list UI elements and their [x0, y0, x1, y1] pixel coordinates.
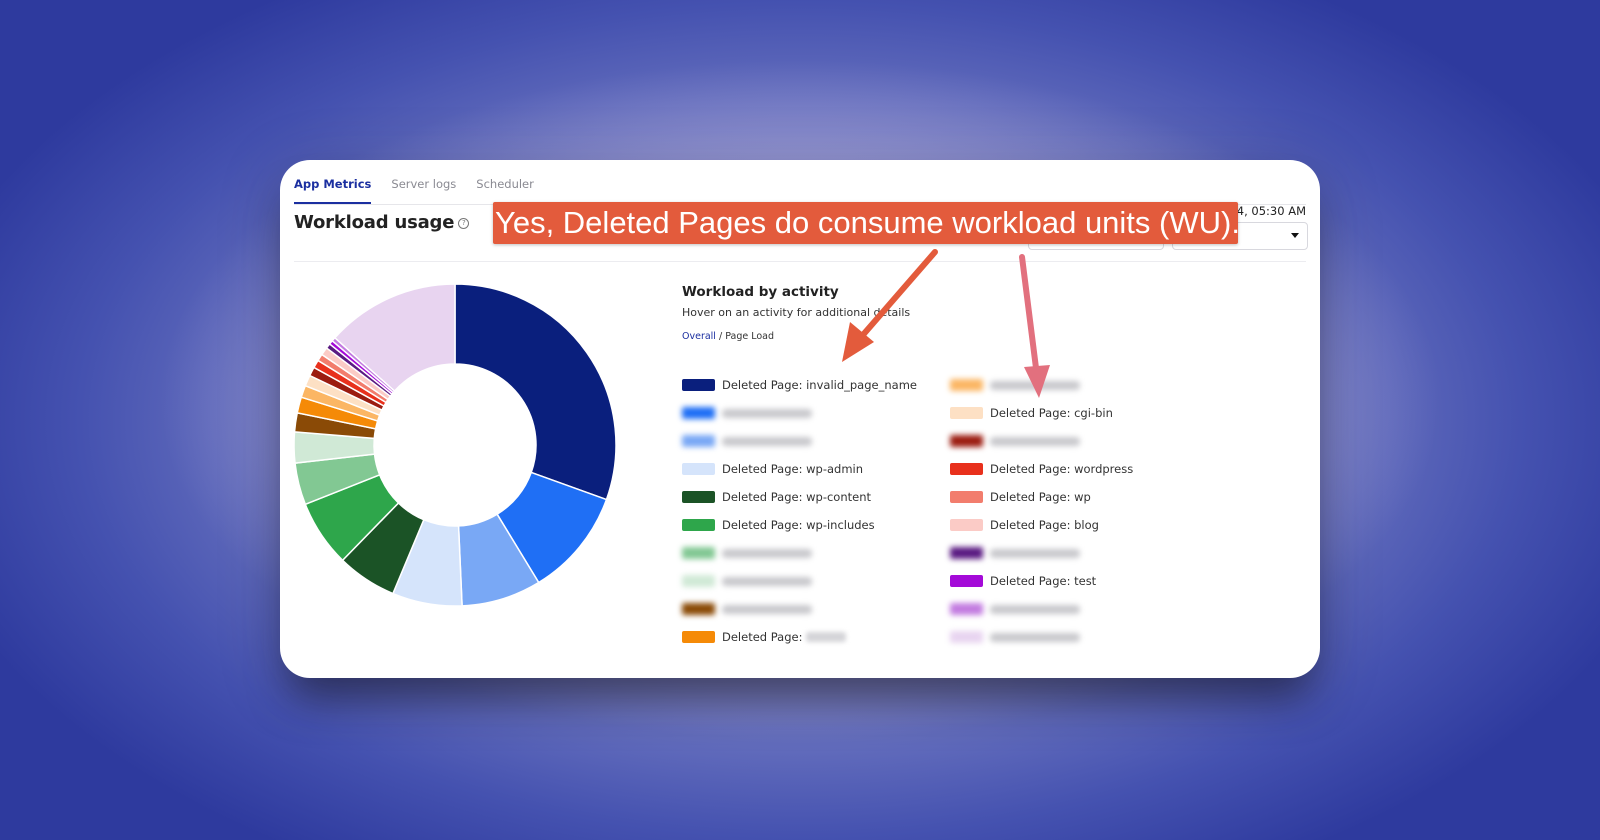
legend-swatch: [950, 379, 983, 391]
legend-swatch: [950, 519, 983, 531]
legend-item[interactable]: [682, 539, 917, 567]
donut-slice[interactable]: [454, 283, 617, 501]
tab-server-logs[interactable]: Server logs: [391, 174, 456, 203]
legend-item[interactable]: Deleted Page: wp-includes: [682, 511, 917, 539]
legend-item[interactable]: Deleted Page:: [682, 623, 917, 651]
legend-swatch: [682, 575, 715, 587]
legend-item[interactable]: Deleted Page: wp-admin: [682, 455, 917, 483]
legend-label: Deleted Page: invalid_page_name: [722, 378, 917, 392]
legend-label: Deleted Page: cgi-bin: [990, 406, 1113, 420]
legend-swatch: [950, 491, 983, 503]
workload-donut-chart: [293, 283, 617, 607]
legend-item[interactable]: Deleted Page: blog: [950, 511, 1133, 539]
tab-app-metrics[interactable]: App Metrics: [294, 174, 372, 204]
legend-label: Deleted Page: wp-content: [722, 490, 871, 504]
legend-label: Deleted Page: wp-admin: [722, 462, 863, 476]
header-divider: [294, 261, 1306, 262]
legend-label-redacted: [722, 576, 812, 586]
legend-label-redacted: [990, 604, 1080, 614]
page-title: Workload usage?: [294, 212, 470, 233]
legend-label-redacted: [722, 548, 812, 558]
legend-item[interactable]: [950, 539, 1133, 567]
legend-swatch: [950, 407, 983, 419]
legend-label-redacted: [990, 548, 1080, 558]
breadcrumb: Overall / Page Load: [682, 331, 910, 342]
legend-label: Deleted Page: wordpress: [990, 462, 1134, 476]
legend-label-redacted: [722, 604, 812, 614]
legend-swatch: [682, 379, 715, 391]
legend-swatch: [950, 631, 983, 643]
legend-item[interactable]: [950, 595, 1133, 623]
legend-label: Deleted Page: blog: [990, 518, 1099, 532]
legend-label: Deleted Page: wp-includes: [722, 518, 875, 532]
legend-label-redacted: [990, 436, 1080, 446]
legend-item[interactable]: [950, 427, 1133, 455]
caret-down-icon: [1291, 233, 1299, 238]
legend-swatch: [682, 407, 715, 419]
legend-item[interactable]: [682, 567, 917, 595]
annotation-banner: Yes, Deleted Pages do consume workload u…: [493, 202, 1240, 244]
tab-scheduler[interactable]: Scheduler: [476, 174, 534, 203]
breadcrumb-overall-link[interactable]: Overall: [682, 331, 716, 342]
legend-subtitle: Hover on an activity for additional deta…: [682, 306, 911, 319]
breadcrumb-current: Page Load: [725, 331, 775, 342]
timestamp-text: 24, 05:30 AM: [1229, 204, 1306, 218]
legend-swatch: [682, 491, 715, 503]
legend-label-redacted: [722, 408, 812, 418]
legend-item[interactable]: [950, 623, 1133, 651]
legend-swatch: [950, 575, 983, 587]
legend-label-redacted: [990, 380, 1080, 390]
legend-swatch: [682, 435, 715, 447]
legend-label: Deleted Page: wp: [990, 490, 1091, 504]
legend-swatch: [682, 519, 715, 531]
legend-item[interactable]: [682, 427, 917, 455]
legend-header: Workload by activity Hover on an activit…: [682, 284, 910, 342]
legend-item[interactable]: [682, 399, 917, 427]
legend-swatch: [682, 631, 715, 643]
legend-item[interactable]: Deleted Page: test: [950, 567, 1133, 595]
legend-item[interactable]: Deleted Page: wp: [950, 483, 1133, 511]
legend-swatch: [950, 603, 983, 615]
legend-column-1: Deleted Page: invalid_page_name Deleted P…: [682, 371, 917, 651]
legend-swatch: [682, 547, 715, 559]
legend-title: Workload by activity: [682, 284, 839, 300]
breadcrumb-separator: /: [718, 331, 723, 342]
legend-label: Deleted Page:: [722, 630, 803, 644]
legend-swatch: [682, 463, 715, 475]
legend-swatch: [682, 603, 715, 615]
legend-swatch: [950, 463, 983, 475]
legend-item[interactable]: Deleted Page: invalid_page_name: [682, 371, 917, 399]
tab-bar: App Metrics Server logs Scheduler: [294, 174, 1306, 205]
legend-label-redacted: [806, 632, 847, 642]
legend-label-redacted: [990, 632, 1080, 642]
legend-swatch: [950, 547, 983, 559]
legend-item[interactable]: Deleted Page: cgi-bin: [950, 399, 1133, 427]
legend-item[interactable]: [950, 371, 1133, 399]
legend-item[interactable]: [682, 595, 917, 623]
legend-column-2: Deleted Page: cgi-bin Deleted Page: wordp…: [950, 371, 1133, 651]
page-title-text: Workload usage: [294, 212, 455, 233]
legend-swatch: [950, 435, 983, 447]
legend-label-redacted: [722, 436, 812, 446]
legend-item[interactable]: Deleted Page: wp-content: [682, 483, 917, 511]
legend-item[interactable]: Deleted Page: wordpress: [950, 455, 1133, 483]
question-circle-icon[interactable]: ?: [458, 218, 470, 229]
legend-label: Deleted Page: test: [990, 574, 1097, 588]
